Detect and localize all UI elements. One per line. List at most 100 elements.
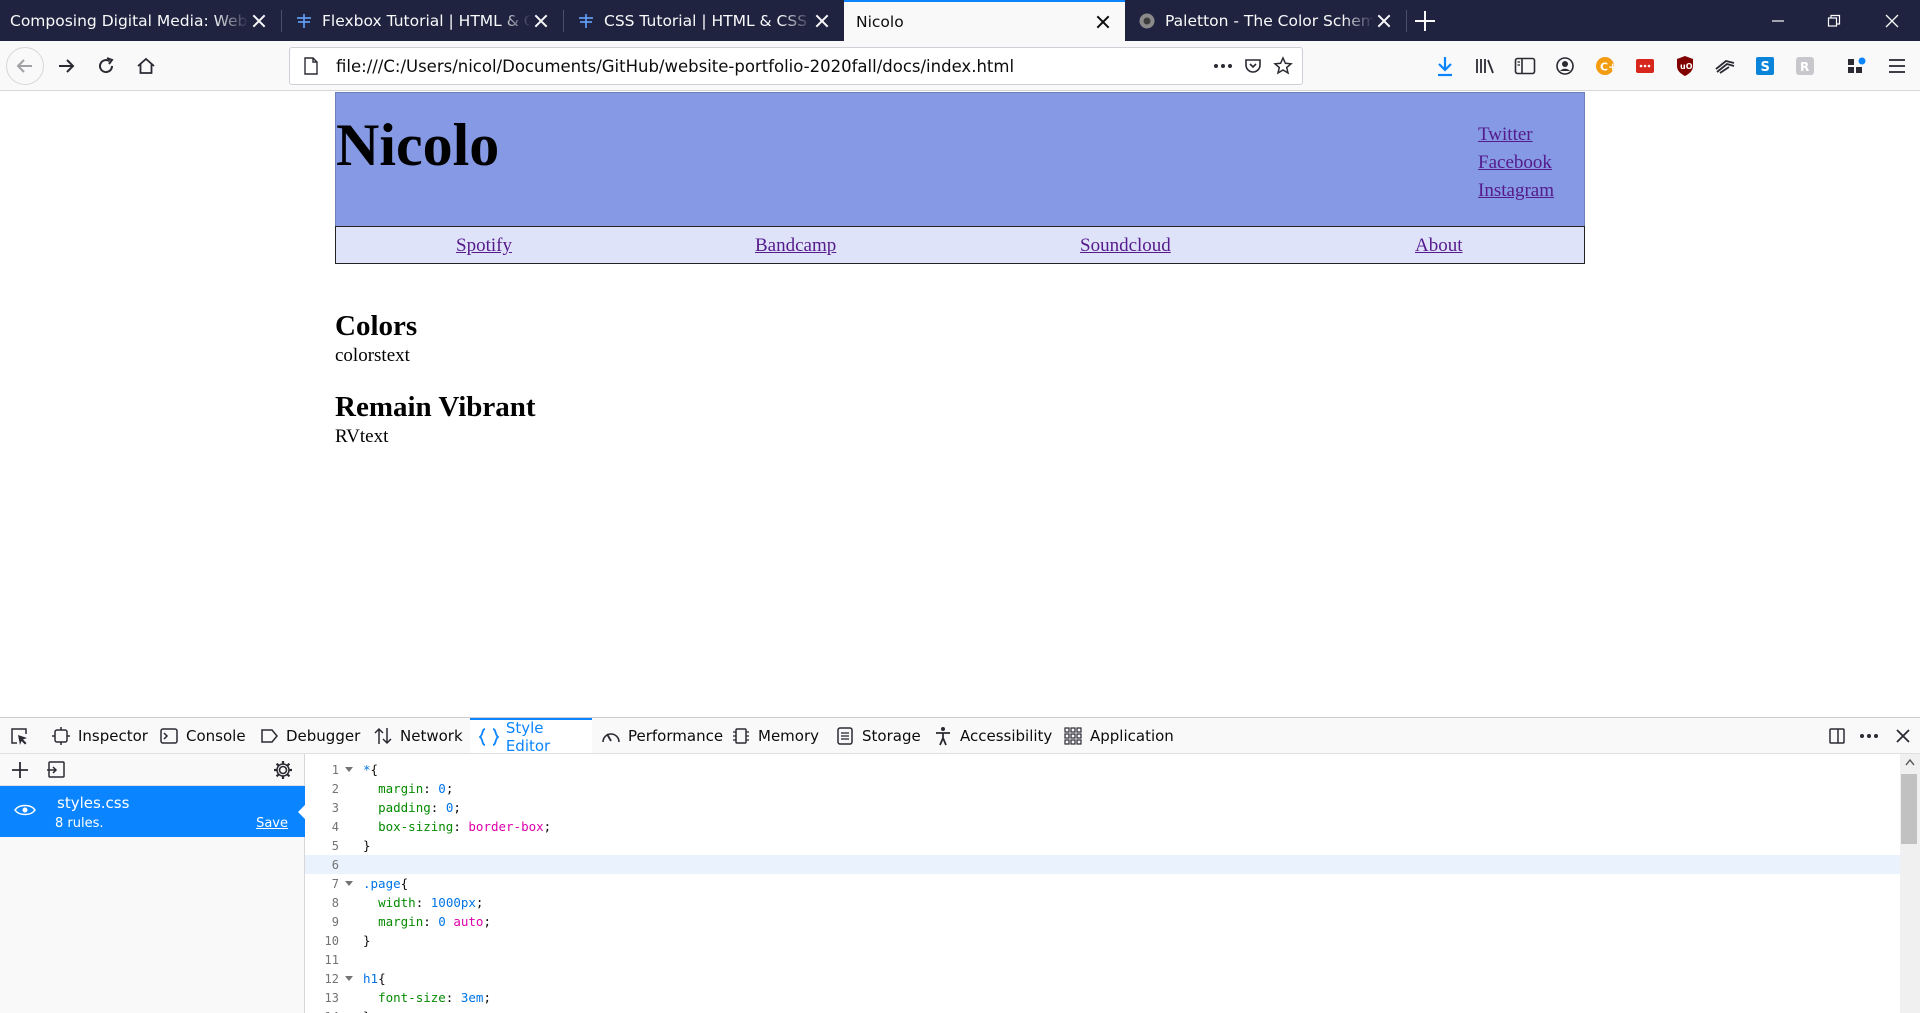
library-icon[interactable] — [1472, 53, 1498, 79]
line-number: 13 — [324, 990, 339, 1005]
devtools-tab-network[interactable]: Network — [372, 718, 463, 753]
scrollbar-thumb[interactable] — [1901, 774, 1917, 844]
code-text: .page{ — [363, 876, 409, 891]
url-bar[interactable]: file:///C:/Users/nicol/Documents/GitHub/… — [289, 47, 1303, 85]
fold-arrow-icon[interactable] — [339, 766, 359, 773]
bookmark-star-icon[interactable] — [1268, 51, 1298, 81]
section-text-colors: colorstext — [335, 345, 410, 366]
stylesheet-item[interactable]: styles.css 8 rules. Save — [0, 786, 306, 837]
url-text[interactable]: file:///C:/Users/nicol/Documents/GitHub/… — [336, 57, 1208, 76]
stylesheet-rule-count: 8 rules. — [55, 816, 104, 831]
forward-button[interactable] — [48, 48, 84, 84]
editor-scrollbar[interactable] — [1900, 754, 1920, 1013]
menu-icon[interactable] — [1884, 53, 1910, 79]
fold-arrow-icon[interactable] — [339, 975, 359, 982]
browser-tab-5[interactable]: Paletton - The Color Scheme Designer — [1125, 0, 1406, 41]
ublock-icon[interactable]: uO — [1672, 53, 1698, 79]
back-button[interactable] — [6, 47, 44, 85]
new-stylesheet-button[interactable] — [10, 760, 30, 784]
code-line[interactable]: 1 *{ — [305, 760, 1900, 779]
close-tab-icon[interactable] — [1374, 11, 1394, 31]
soundcloud-link[interactable]: Soundcloud — [1080, 235, 1171, 257]
restore-button[interactable] — [1806, 0, 1862, 41]
devtools-tab-label: Debugger — [286, 726, 361, 745]
code-line[interactable]: 5} — [305, 836, 1900, 855]
devtools-tab-style-editor[interactable]: Style Editor — [470, 718, 592, 755]
code-line[interactable]: 8 width: 1000px; — [305, 893, 1900, 912]
extension-s-icon[interactable]: S — [1752, 53, 1778, 79]
devtools-tab-console[interactable]: Console — [158, 718, 246, 753]
about-link[interactable]: About — [1415, 235, 1463, 257]
style-editor-settings-button[interactable] — [272, 759, 294, 785]
code-line[interactable]: 2 margin: 0; — [305, 779, 1900, 798]
close-tab-icon[interactable] — [249, 11, 269, 31]
line-number: 7 — [331, 876, 339, 891]
code-line[interactable]: 10} — [305, 931, 1900, 950]
devtools-tab-application[interactable]: Application — [1062, 718, 1174, 753]
home-button[interactable] — [128, 48, 164, 84]
browser-tab-active[interactable]: Nicolo — [844, 0, 1125, 41]
code-line[interactable]: 12 h1{ — [305, 969, 1900, 988]
save-stylesheet-link[interactable]: Save — [256, 816, 288, 831]
spotify-link[interactable]: Spotify — [456, 235, 512, 257]
devtools-tab-label: Inspector — [78, 726, 148, 745]
download-icon[interactable] — [1432, 53, 1458, 79]
devtools-tab-debugger[interactable]: Debugger — [258, 718, 360, 753]
section-text-remain-vibrant: RVtext — [335, 426, 389, 447]
code-line[interactable]: 3 padding: 0; — [305, 798, 1900, 817]
code-line[interactable]: 9 margin: 0 auto; — [305, 912, 1900, 931]
page-actions-icon[interactable] — [1208, 51, 1238, 81]
devtools-options-button[interactable] — [1858, 718, 1886, 753]
extension-stripes-icon[interactable] — [1712, 53, 1738, 79]
storage-icon — [834, 726, 856, 746]
tab-title: Nicolo — [856, 12, 904, 31]
browser-tab-2[interactable]: Flexbox Tutorial | HTML & CSS — [282, 0, 563, 41]
minimize-button[interactable] — [1750, 0, 1806, 41]
fold-arrow-icon[interactable] — [339, 880, 359, 887]
devtools-tab-storage[interactable]: Storage — [834, 718, 921, 753]
code-text: *{ — [363, 762, 379, 777]
network-icon — [372, 726, 394, 746]
css-code-editor[interactable]: 1 *{2 margin: 0; 3 padding: 0; 4 box-sizing… — [305, 754, 1920, 1013]
console-icon — [158, 726, 180, 746]
extension-orange-icon[interactable]: C+ — [1592, 53, 1618, 79]
element-picker-button[interactable] — [8, 718, 36, 753]
facebook-link[interactable]: Facebook — [1478, 149, 1554, 177]
devtools-close-button[interactable] — [1892, 718, 1920, 753]
code-line[interactable]: 11 — [305, 950, 1900, 969]
pocket-icon[interactable] — [1238, 51, 1268, 81]
new-tab-button[interactable] — [1412, 8, 1438, 34]
extension-gray-icon[interactable]: R — [1792, 53, 1818, 79]
code-line[interactable]: 7 .page{ — [305, 874, 1900, 893]
code-line[interactable]: 4 box-sizing: border-box; — [305, 817, 1900, 836]
twitter-link[interactable]: Twitter — [1478, 121, 1554, 149]
code-line[interactable]: 13 font-size: 3em; — [305, 988, 1900, 1007]
close-icon — [1892, 726, 1914, 746]
bandcamp-link[interactable]: Bandcamp — [755, 235, 836, 257]
extensions-icon[interactable] — [1844, 53, 1870, 79]
devtools-tab-inspector[interactable]: Inspector — [50, 718, 148, 753]
account-icon[interactable] — [1552, 53, 1578, 79]
code-line[interactable]: 6 — [305, 855, 1900, 874]
extension-red-icon[interactable] — [1632, 53, 1658, 79]
devtools-tab-memory[interactable]: Memory — [730, 718, 819, 753]
browser-tab-1[interactable]: Composing Digital Media: Web Unit — [0, 0, 281, 41]
reload-button[interactable] — [88, 48, 124, 84]
browser-tab-3[interactable]: CSS Tutorial | HTML & CSS Is Hard — [564, 0, 844, 41]
devtools-tab-accessibility[interactable]: Accessibility — [932, 718, 1052, 753]
instagram-link[interactable]: Instagram — [1478, 177, 1554, 205]
close-tab-icon[interactable] — [531, 11, 551, 31]
close-window-button[interactable] — [1864, 0, 1920, 41]
scroll-up-icon[interactable] — [1905, 758, 1915, 766]
import-stylesheet-button[interactable] — [46, 760, 66, 784]
devtools-tab-performance[interactable]: Performance — [600, 718, 723, 753]
close-tab-icon[interactable] — [812, 11, 832, 31]
devtools-tab-label: Memory — [758, 726, 820, 745]
close-tab-icon[interactable] — [1093, 12, 1113, 32]
dock-toggle-button[interactable] — [1826, 718, 1854, 753]
code-line[interactable]: 14} — [305, 1007, 1900, 1013]
memory-icon — [730, 726, 752, 746]
sidebar-icon[interactable] — [1512, 53, 1538, 79]
eye-icon[interactable] — [14, 802, 36, 821]
import-icon — [47, 761, 65, 778]
